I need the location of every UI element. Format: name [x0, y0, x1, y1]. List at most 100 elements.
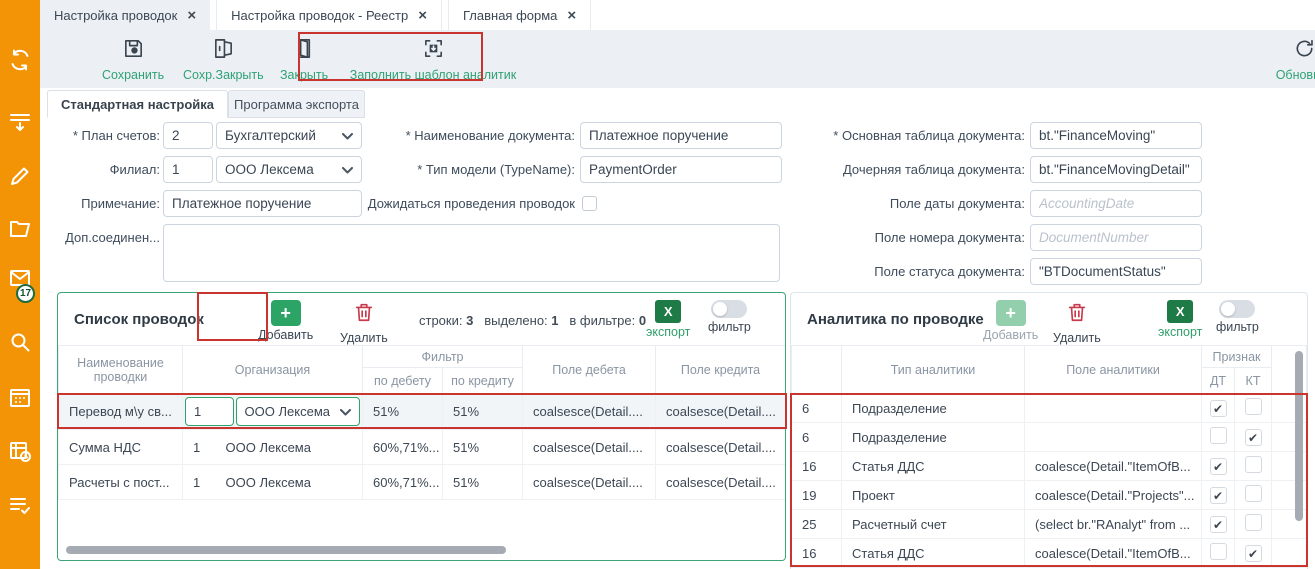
col-header-kt[interactable]: КТ	[1235, 368, 1272, 394]
child-table-input[interactable]	[1030, 156, 1202, 183]
kt-checkbox[interactable]	[1245, 456, 1262, 473]
status-field-input[interactable]	[1030, 258, 1202, 285]
cell-name[interactable]: Сумма НДС	[59, 430, 183, 465]
close-icon[interactable]: ×	[187, 7, 196, 24]
col-header-by-debit[interactable]: по дебету	[363, 368, 443, 394]
col-header-credit-field[interactable]: Поле кредита	[656, 346, 786, 394]
cell-type[interactable]: Проект	[842, 481, 1025, 510]
cell-field[interactable]: coalesce(Detail."ItemOfB...	[1025, 452, 1202, 481]
kt-checkbox[interactable]	[1245, 514, 1262, 531]
cell-name[interactable]: Расчеты с пост...	[59, 465, 183, 500]
table-row[interactable]: 25 Расчетный счет (select br."RAnalyt" f…	[792, 510, 1307, 539]
add-transaction-button[interactable]: + Добавить	[258, 300, 313, 342]
tab-export-program[interactable]: Программа экспорта	[228, 90, 365, 118]
cell-name[interactable]: Перевод м\у св...	[59, 394, 183, 430]
tab-nastroyka-provodok-reestr[interactable]: Настройка проводок - Реестр ×	[216, 0, 442, 30]
table-row[interactable]: Расчеты с пост... 1 ООО Лексема 60%,71%.…	[59, 465, 786, 500]
cell-field[interactable]	[1025, 394, 1202, 423]
checklist-icon[interactable]	[8, 493, 32, 517]
delete-analytics-button[interactable]: Удалить	[1053, 300, 1101, 345]
plan-code-input[interactable]	[163, 122, 213, 149]
filter-toggle[interactable]: фильтр	[708, 300, 751, 334]
cell-by-debit[interactable]: 60%,71%...	[363, 465, 443, 500]
cell-debit-field[interactable]: coalsesce(Detail....	[523, 394, 656, 430]
search-icon[interactable]	[8, 330, 32, 354]
cell-type[interactable]: Подразделение	[842, 423, 1025, 452]
horizontal-scrollbar[interactable]	[66, 546, 506, 554]
cell-org[interactable]: 1 ООО Лексема	[183, 465, 363, 500]
cell-by-credit[interactable]: 51%	[443, 394, 523, 430]
wait-posting-checkbox[interactable]	[582, 196, 597, 211]
dt-checkbox[interactable]: ✔	[1210, 458, 1227, 475]
col-header-name[interactable]: Наименование проводки	[59, 346, 183, 394]
date-field-input[interactable]	[1030, 190, 1202, 217]
cell-debit-field[interactable]: coalsesce(Detail....	[523, 465, 656, 500]
cell-credit-field[interactable]: coalsesce(Detail....	[656, 394, 786, 430]
cell-by-debit[interactable]: 60%,71%...	[363, 430, 443, 465]
kt-checkbox[interactable]	[1245, 398, 1262, 415]
folder-icon[interactable]	[8, 217, 32, 241]
table-row[interactable]: Перевод м\у св... 1 ООО Лексема 51%	[59, 394, 786, 430]
dt-checkbox[interactable]	[1210, 543, 1227, 560]
col-header-debit-field[interactable]: Поле дебета	[523, 346, 656, 394]
col-header-field[interactable]: Поле аналитики	[1025, 346, 1202, 394]
table-row[interactable]: 16 Статья ДДС coalesce(Detail."ItemOfB..…	[792, 539, 1307, 568]
cell-field[interactable]	[1025, 423, 1202, 452]
branch-code-input[interactable]	[163, 156, 213, 183]
main-table-input[interactable]	[1030, 122, 1202, 149]
schedule-table-icon[interactable]	[8, 439, 32, 463]
cell-type[interactable]: Расчетный счет	[842, 510, 1025, 539]
dt-checkbox[interactable]: ✔	[1210, 400, 1227, 417]
number-field-input[interactable]	[1030, 224, 1202, 251]
cell-org[interactable]: 1 ООО Лексема	[183, 430, 363, 465]
cell-by-credit[interactable]: 51%	[443, 465, 523, 500]
org-code-input[interactable]: 1	[185, 397, 234, 426]
col-header-type[interactable]: Тип аналитики	[842, 346, 1025, 394]
vertical-scrollbar[interactable]	[1295, 351, 1303, 521]
table-row[interactable]: Сумма НДС 1 ООО Лексема 60%,71%... 51% c…	[59, 430, 786, 465]
cell-type[interactable]: Подразделение	[842, 394, 1025, 423]
tab-nastroyka-provodok[interactable]: Настройка проводок ×	[40, 0, 210, 30]
kt-checkbox[interactable]: ✔	[1245, 545, 1262, 562]
tab-standard-settings[interactable]: Стандартная настройка	[47, 90, 228, 118]
add-analytics-button[interactable]: + Добавить	[983, 300, 1038, 342]
cell-credit-field[interactable]: coalsesce(Detail....	[656, 465, 786, 500]
close-button[interactable]: Закрыть	[280, 37, 328, 82]
dt-checkbox[interactable]: ✔	[1210, 516, 1227, 533]
type-name-input[interactable]	[580, 156, 782, 183]
extra-join-textarea[interactable]	[163, 224, 780, 282]
cell-debit-field[interactable]: coalsesce(Detail....	[523, 430, 656, 465]
pencil-icon[interactable]	[8, 164, 32, 188]
col-header-by-credit[interactable]: по кредиту	[443, 368, 523, 394]
table-row[interactable]: 19 Проект coalesce(Detail."Projects"... …	[792, 481, 1307, 510]
export-button[interactable]: X экспорт	[646, 300, 690, 339]
dt-checkbox[interactable]: ✔	[1210, 487, 1227, 504]
toggle-off-icon[interactable]	[711, 300, 747, 318]
cell-field[interactable]: (select br."RAnalyt" from ...	[1025, 510, 1202, 539]
export-button[interactable]: X экспорт	[1158, 300, 1202, 339]
list-download-icon[interactable]	[8, 110, 32, 134]
cell-by-credit[interactable]: 51%	[443, 430, 523, 465]
cell-field[interactable]: coalesce(Detail."Projects"...	[1025, 481, 1202, 510]
cell-by-debit[interactable]: 51%	[363, 394, 443, 430]
cell-field[interactable]: coalesce(Detail."ItemOfB...	[1025, 539, 1202, 568]
col-header-org[interactable]: Организация	[183, 346, 363, 394]
cell-type[interactable]: Статья ДДС	[842, 539, 1025, 568]
table-row[interactable]: 16 Статья ДДС coalesce(Detail."ItemOfB..…	[792, 452, 1307, 481]
fill-analytics-template-button[interactable]: Заполнить шаблон аналитик	[352, 37, 514, 82]
table-row[interactable]: 6 Подразделение ✔	[792, 394, 1307, 423]
kt-checkbox[interactable]: ✔	[1245, 429, 1262, 446]
kt-checkbox[interactable]	[1245, 485, 1262, 502]
branch-select[interactable]: ООО Лексема	[216, 156, 362, 183]
delete-transaction-button[interactable]: Удалить	[340, 300, 388, 345]
calendar-icon[interactable]	[8, 385, 32, 409]
note-input[interactable]	[163, 190, 362, 217]
dt-checkbox[interactable]	[1210, 427, 1227, 444]
save-button[interactable]: Сохранить	[102, 37, 164, 82]
close-icon[interactable]: ×	[418, 7, 427, 24]
save-close-button[interactable]: Сохр.Закрыть	[183, 37, 264, 82]
plan-select[interactable]: Бухгалтерский	[216, 122, 362, 149]
refresh-button[interactable]: Обновить	[1268, 37, 1315, 82]
toggle-off-icon[interactable]	[1219, 300, 1255, 318]
doc-name-input[interactable]	[580, 122, 782, 149]
